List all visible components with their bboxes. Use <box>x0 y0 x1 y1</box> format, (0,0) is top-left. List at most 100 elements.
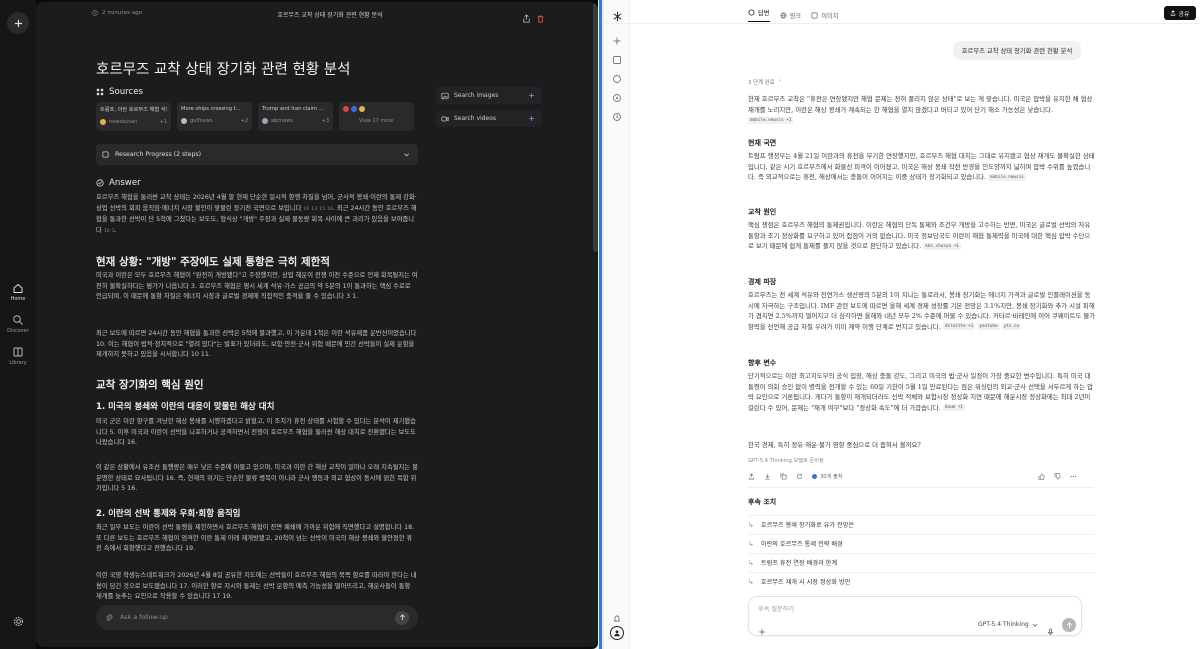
split-divider-handle[interactable] <box>599 0 602 649</box>
section-paragraph: 트럼프 행정부는 4월 21일 이란과의 휴전을 무기한 연장했지만, 호르무즈… <box>748 151 1096 183</box>
section-heading: 교착 원인 <box>748 208 777 216</box>
source-card[interactable]: Trump and Iran claim ... abcnews +3 <box>258 102 333 131</box>
library-icon[interactable] <box>612 50 622 69</box>
citation[interactable]: 13 <box>311 207 317 212</box>
chat-icon[interactable] <box>612 69 622 88</box>
view-more-sources[interactable]: View 17 more <box>339 102 414 131</box>
tab-answer[interactable]: 답변 <box>748 8 770 22</box>
steps-label: 3 단계 완료 <box>748 80 775 86</box>
download-icon[interactable] <box>764 473 771 480</box>
citation[interactable]: 10 <box>303 207 309 212</box>
share-icon <box>523 14 530 23</box>
arrow-return-icon: ↳ <box>748 539 754 548</box>
plus-icon <box>759 629 765 635</box>
tab-images[interactable]: 이미지 <box>811 8 839 22</box>
send-button[interactable] <box>1062 618 1076 632</box>
sources-count-label: 30개 출처 <box>820 474 843 480</box>
source-chip[interactable]: kbs.chosun +1 <box>923 242 961 250</box>
source-chip[interactable]: ytn.co <box>1001 323 1022 331</box>
sources-count-button[interactable]: 30개 출처 <box>812 473 843 480</box>
tab-answer-label: 답변 <box>758 10 770 17</box>
tab-images-label: 이미지 <box>821 12 839 20</box>
follow-up-input[interactable]: Ask a follow-up <box>96 605 418 630</box>
clock-icon <box>92 10 98 16</box>
user-query-bubble: 호르무즈 교착 상태 장기화 관련 현황 분석 <box>953 41 1081 60</box>
view-more-label: View 17 more <box>359 118 394 124</box>
attach-button[interactable] <box>758 621 766 640</box>
source-chip[interactable]: deloitte +1 <box>942 323 976 331</box>
microphone-icon <box>1048 628 1053 636</box>
model-note: GPT-5.4 Thinking 모델로 준비됨 <box>748 458 824 464</box>
share-icon <box>1171 10 1176 16</box>
copy-icon[interactable] <box>780 473 787 480</box>
followup-item[interactable]: ↳ 이란의 호르무즈 통제 전략 배경 <box>748 534 1094 552</box>
section-paragraph: 핵심 쟁점은 호르무즈 해협의 통제권입니다. 이란은 해협의 단독 통제와 조… <box>748 220 1096 252</box>
right-window: 답변 링크 이미지 공유 호르무즈 교착 상태 장기화 관련 현황 분석 3 단… <box>604 0 1200 649</box>
settings-button[interactable] <box>7 610 29 632</box>
share-button[interactable] <box>522 8 531 27</box>
section-heading: 현재 상황: "개방" 주장에도 실제 통항은 극히 제한적 <box>96 256 330 268</box>
search-icon <box>13 315 23 325</box>
source-card[interactable]: More ships crossing t... gulfnews +2 <box>177 102 252 131</box>
section-paragraph: 이란 국영 학생뉴스네트워크가 2026년 4월 8일 공유한 지도에는 선박들… <box>96 572 417 601</box>
research-progress-toggle[interactable]: Research Progress (2 steps) <box>96 144 418 165</box>
new-chat-icon[interactable] <box>612 31 622 50</box>
followup-item[interactable]: ↳ 호르무즈 재개 시 시장 정상화 방안 <box>748 572 1094 590</box>
thumbs-up-icon[interactable] <box>1038 473 1045 480</box>
source-title: More ships crossing t... <box>181 106 241 112</box>
delete-button[interactable] <box>536 8 545 27</box>
research-progress-label: Research Progress (2 steps) <box>115 151 202 158</box>
thumbs-down-icon[interactable] <box>1054 473 1061 480</box>
source-favicon-icon <box>343 106 349 112</box>
section-paragraph: 최근 일부 보도는 이란이 선박 통행을 제한하면서 호르무즈 해협이 전면 폐… <box>96 524 415 553</box>
tab-links[interactable]: 링크 <box>780 8 801 22</box>
citation[interactable]: 3 <box>112 229 115 234</box>
follow-up-placeholder: Ask a follow-up <box>120 614 168 621</box>
followup-item[interactable]: ↳ 호르무즈 봉쇄 장기화로 유가 전망은 <box>748 515 1094 533</box>
section-heading: 경제 파장 <box>748 278 777 286</box>
user-icon <box>614 630 620 637</box>
followup-label: 트럼프 휴전 연장 배경과 한계 <box>760 560 838 567</box>
source-card[interactable]: 트럼프, 이란 호르무즈 해협 석유시... newsbusan +1 <box>96 102 171 131</box>
citation[interactable]: 15 <box>319 207 325 212</box>
more-icon[interactable] <box>1070 473 1077 480</box>
left-window: Home Discover Library 2 minutes ago 호르무즈… <box>0 0 598 649</box>
discover-icon[interactable] <box>612 88 622 107</box>
share-icon[interactable] <box>748 473 755 480</box>
followup-label: 호르무즈 봉쇄 장기화로 유가 전망은 <box>760 522 855 529</box>
section-text: 트럼프 행정부는 4월 21일 이란과의 휴전을 무기한 연장했지만, 호르무즈… <box>748 152 1095 182</box>
refresh-icon[interactable] <box>796 473 803 480</box>
answer-heading-text: Answer <box>109 178 141 188</box>
plus-icon: + <box>528 91 535 100</box>
send-button[interactable] <box>395 610 409 625</box>
citation[interactable]: 10 <box>104 229 110 234</box>
header-title: 호르무즈 교착 상태 장기화 관련 현황 분석 <box>277 12 383 19</box>
followup-input-box[interactable]: 후속 질문하기 GPT-5.4 Thinking <box>748 596 1082 636</box>
share-button[interactable]: 공유 <box>1164 6 1196 20</box>
citation[interactable]: 16 <box>327 207 333 212</box>
section-text: 단기적으로는 이란 최고지도부의 공식 입장, 해상 충돌 강도, 그리고 미국… <box>748 372 1093 412</box>
source-chip[interactable]: daum +1 <box>942 404 966 412</box>
model-selector[interactable]: GPT-5.4 Thinking <box>978 621 1038 628</box>
source-chip[interactable]: mobile.newsis +1 <box>748 116 794 124</box>
history-icon[interactable] <box>612 107 622 126</box>
section-heading: 현재 국면 <box>748 139 777 147</box>
search-images-label: Search images <box>454 92 499 99</box>
source-chip[interactable]: mobile.newsis <box>988 173 1026 181</box>
result-tabs: 답변 링크 이미지 <box>748 8 839 22</box>
search-images-button[interactable]: Search images + <box>436 87 542 104</box>
section-paragraph: 최근 보도에 따르면 24시간 동안 해협을 통과한 선박은 5척에 불과했고,… <box>96 330 417 359</box>
microphone-button[interactable] <box>1047 621 1054 640</box>
search-videos-button[interactable]: Search videos + <box>436 110 542 127</box>
header-divider <box>604 23 1200 24</box>
source-chip[interactable]: youtube <box>977 323 1000 331</box>
source-favicon-icon <box>351 106 357 112</box>
chevron-down-icon <box>404 153 409 157</box>
steps-toggle[interactable]: 3 단계 완료 › <box>748 78 781 86</box>
avatar[interactable] <box>610 626 624 640</box>
subsection-heading: 2. 이란의 선박 통제와 우회·회항 움직임 <box>96 509 241 519</box>
followup-item[interactable]: ↳ 트럼프 휴전 연장 배경과 한계 <box>748 553 1094 571</box>
new-thread-button[interactable] <box>7 12 29 34</box>
source-count: +2 <box>240 118 248 124</box>
home-icon <box>13 283 23 293</box>
